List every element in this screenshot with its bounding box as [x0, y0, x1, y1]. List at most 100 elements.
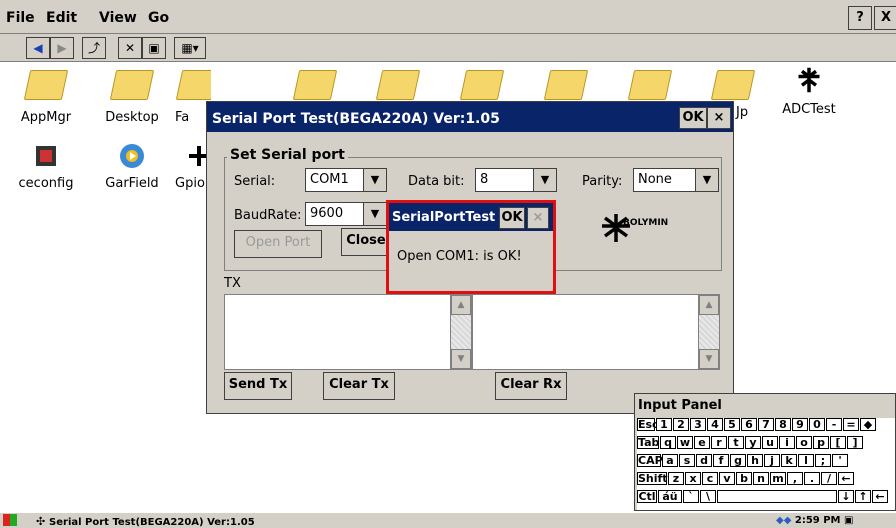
close-button[interactable]: ×: [707, 107, 731, 129]
key[interactable]: Tab: [637, 436, 659, 449]
back-icon[interactable]: ◀: [26, 37, 50, 59]
menu-view[interactable]: View: [99, 10, 137, 26]
scroll-up-icon[interactable]: ▲: [699, 295, 719, 315]
key[interactable]: p: [813, 436, 829, 449]
desktop-icon-gpio[interactable]: Gpio: [175, 142, 207, 191]
key[interactable]: f: [713, 454, 729, 467]
desktop-icon-desktop[interactable]: Desktop: [92, 70, 172, 125]
key[interactable]: y: [745, 436, 761, 449]
key[interactable]: c: [702, 472, 718, 485]
properties-icon[interactable]: ▣: [142, 37, 166, 59]
key[interactable]: [: [830, 436, 846, 449]
ok-button[interactable]: OK: [499, 207, 525, 229]
key[interactable]: g: [730, 454, 746, 467]
help-button[interactable]: ?: [848, 6, 872, 30]
clear-rx-button[interactable]: Clear Rx: [495, 372, 567, 400]
key[interactable]: q: [660, 436, 676, 449]
key[interactable]: -: [826, 418, 842, 431]
key[interactable]: ↑: [855, 490, 871, 503]
key[interactable]: 5: [724, 418, 740, 431]
close-button[interactable]: ×: [527, 207, 549, 229]
ok-button[interactable]: OK: [679, 107, 707, 129]
clear-tx-button[interactable]: Clear Tx: [323, 372, 395, 400]
key[interactable]: i: [779, 436, 795, 449]
taskbar-task-button[interactable]: ✣ Serial Port Test(BEGA220A) Ver:1.05: [36, 513, 336, 528]
key[interactable]: 0: [809, 418, 825, 431]
key[interactable]: áü: [658, 490, 682, 503]
delete-icon[interactable]: ✕: [118, 37, 142, 59]
tx-textarea[interactable]: ▲ ▼: [224, 294, 472, 370]
key[interactable]: j: [764, 454, 780, 467]
desktop-icon-folder[interactable]: [358, 70, 438, 100]
key[interactable]: ↓: [838, 490, 854, 503]
key[interactable]: 6: [741, 418, 757, 431]
up-folder-icon[interactable]: ⤴: [82, 37, 106, 59]
tx-scrollbar[interactable]: ▲ ▼: [450, 295, 471, 369]
views-icon[interactable]: ▦▾: [174, 37, 206, 59]
desktop-icon-folder[interactable]: [610, 70, 690, 100]
scroll-down-icon[interactable]: ▼: [451, 349, 471, 369]
key[interactable]: l: [798, 454, 814, 467]
key[interactable]: ←: [872, 490, 888, 503]
key[interactable]: h: [747, 454, 763, 467]
desktop-icon-folder[interactable]: [526, 70, 606, 100]
key[interactable]: s: [679, 454, 695, 467]
key[interactable]: 7: [758, 418, 774, 431]
desktop-icon[interactable]: ▣: [841, 515, 853, 526]
start-icon[interactable]: [3, 514, 17, 526]
key[interactable]: =: [843, 418, 859, 431]
scroll-down-icon[interactable]: ▼: [699, 349, 719, 369]
key[interactable]: o: [796, 436, 812, 449]
key[interactable]: 8: [775, 418, 791, 431]
key[interactable]: z: [668, 472, 684, 485]
key[interactable]: n: [753, 472, 769, 485]
send-tx-button[interactable]: Send Tx: [224, 372, 292, 400]
key[interactable]: k: [781, 454, 797, 467]
key[interactable]: ,: [787, 472, 803, 485]
open-port-button[interactable]: Open Port: [234, 230, 322, 258]
desktop-icon-ceconfig[interactable]: ceconfig: [6, 142, 86, 191]
key[interactable]: b: [736, 472, 752, 485]
key[interactable]: a: [662, 454, 678, 467]
rx-textarea[interactable]: ▲ ▼: [472, 294, 720, 370]
key[interactable]: r: [711, 436, 727, 449]
key[interactable]: \: [700, 490, 716, 503]
desktop-icon-folder[interactable]: [275, 70, 355, 100]
desktop-icon-folder[interactable]: [693, 70, 773, 100]
key[interactable]: u: [762, 436, 778, 449]
close-port-button[interactable]: Close: [341, 228, 391, 256]
desktop-icon-folder[interactable]: [442, 70, 522, 100]
key[interactable]: 4: [707, 418, 723, 431]
key[interactable]: [717, 490, 837, 503]
key[interactable]: 9: [792, 418, 808, 431]
key[interactable]: ]: [847, 436, 863, 449]
key[interactable]: ': [832, 454, 848, 467]
desktop-icon-garfield[interactable]: GarField: [92, 142, 172, 191]
key[interactable]: e: [694, 436, 710, 449]
key[interactable]: Shift: [637, 472, 668, 485]
key[interactable]: d: [696, 454, 712, 467]
desktop-icon-appmgr[interactable]: AppMgr: [6, 70, 86, 125]
key[interactable]: 1: [656, 418, 672, 431]
rx-scrollbar[interactable]: ▲ ▼: [698, 295, 719, 369]
key[interactable]: 3: [690, 418, 706, 431]
menu-file[interactable]: File: [6, 10, 35, 26]
key[interactable]: x: [685, 472, 701, 485]
key[interactable]: t: [728, 436, 744, 449]
key[interactable]: ←: [838, 472, 854, 485]
key[interactable]: 2: [673, 418, 689, 431]
parity-combo[interactable]: None ▼: [633, 168, 719, 192]
key[interactable]: /: [821, 472, 837, 485]
key[interactable]: .: [804, 472, 820, 485]
key[interactable]: Esc: [637, 418, 659, 431]
key[interactable]: m: [770, 472, 786, 485]
serial-combo[interactable]: COM1 ▼: [305, 168, 387, 192]
baudrate-combo[interactable]: 9600 ▼: [305, 202, 387, 226]
databit-combo[interactable]: 8 ▼: [475, 168, 557, 192]
menu-go[interactable]: Go: [148, 10, 169, 26]
key[interactable]: v: [719, 472, 735, 485]
key[interactable]: Ctl: [637, 490, 657, 503]
key[interactable]: w: [677, 436, 693, 449]
forward-icon[interactable]: ▶: [50, 37, 74, 59]
scroll-up-icon[interactable]: ▲: [451, 295, 471, 315]
